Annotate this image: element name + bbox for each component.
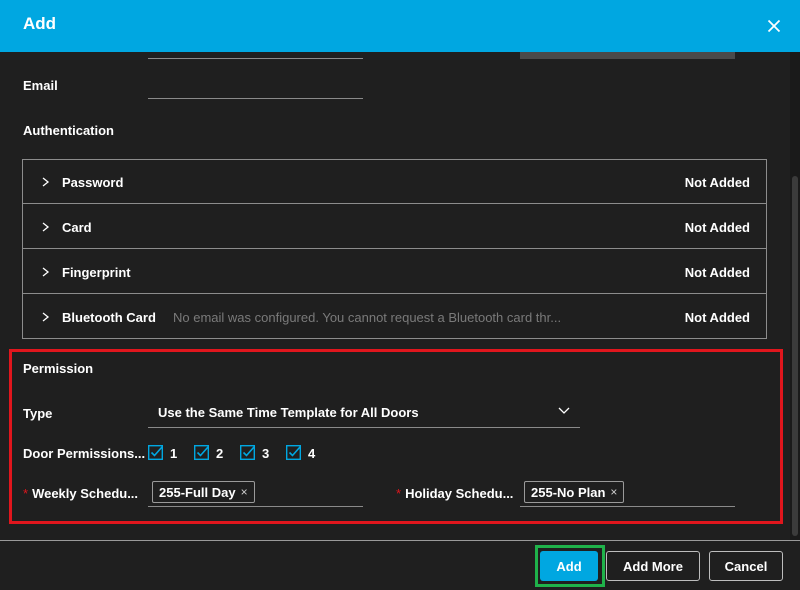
door-permissions-label: Door Permissions... xyxy=(23,446,146,461)
auth-row-name: Password xyxy=(62,175,124,190)
type-select-value: Use the Same Time Template for All Doors xyxy=(158,405,419,420)
previous-field-underline[interactable] xyxy=(148,58,363,59)
tag-remove-icon[interactable]: × xyxy=(241,485,248,499)
door-checkbox-label: 4 xyxy=(308,446,316,461)
cancel-button[interactable]: Cancel xyxy=(709,551,783,581)
dialog-title: Add xyxy=(23,14,57,33)
auth-row-name: Fingerprint xyxy=(62,265,131,280)
type-select[interactable]: Use the Same Time Template for All Doors xyxy=(148,396,580,428)
permission-title: Permission xyxy=(23,361,94,376)
tag-remove-icon[interactable]: × xyxy=(610,485,617,499)
weekly-schedule-label-text: Weekly Schedu... xyxy=(32,486,139,501)
auth-row-status: Not Added xyxy=(684,310,750,325)
auth-row-status: Not Added xyxy=(684,265,750,280)
type-label: Type xyxy=(23,406,53,421)
holiday-schedule-tag-text: 255-No Plan xyxy=(531,484,606,500)
chevron-right-icon xyxy=(42,177,50,187)
holiday-schedule-label: * Holiday Schedu... xyxy=(396,486,513,501)
auth-row-fingerprint[interactable]: Fingerprint Not Added xyxy=(23,250,766,294)
chevron-right-icon xyxy=(42,312,50,322)
auth-row-bluetooth-card[interactable]: Bluetooth Card No email was configured. … xyxy=(23,295,766,339)
weekly-schedule-tag-text: 255-Full Day xyxy=(159,484,236,500)
checkbox-checked-icon xyxy=(194,445,209,460)
holiday-schedule-field[interactable]: 255-No Plan × xyxy=(520,479,735,507)
add-button[interactable]: Add xyxy=(540,551,598,581)
checkbox-checked-icon xyxy=(148,445,163,460)
door-checkbox-label: 2 xyxy=(216,446,224,461)
holiday-schedule-tag: 255-No Plan × xyxy=(524,481,625,503)
email-label: Email xyxy=(23,78,58,93)
chevron-right-icon xyxy=(42,222,50,232)
authentication-list: Password Not Added Card Not Added Finger… xyxy=(22,159,767,339)
dialog-titlebar: Add xyxy=(0,0,800,52)
dialog-content: Email Authentication Password Not Added … xyxy=(0,52,788,540)
door-checkbox-label: 1 xyxy=(170,446,178,461)
weekly-schedule-label: * Weekly Schedu... xyxy=(23,486,138,501)
previous-field-block[interactable] xyxy=(520,52,735,59)
weekly-schedule-field[interactable]: 255-Full Day × xyxy=(148,479,363,507)
required-mark: * xyxy=(396,486,402,501)
email-field[interactable] xyxy=(148,98,363,99)
chevron-right-icon xyxy=(42,267,50,277)
auth-row-card[interactable]: Card Not Added xyxy=(23,205,766,249)
chevron-down-icon xyxy=(558,407,570,414)
checkbox-checked-icon xyxy=(240,445,255,460)
auth-row-name: Bluetooth Card xyxy=(62,310,156,325)
auth-row-status: Not Added xyxy=(684,220,750,235)
auth-row-status: Not Added xyxy=(684,175,750,190)
required-mark: * xyxy=(23,486,29,501)
weekly-schedule-tag: 255-Full Day × xyxy=(152,481,255,503)
auth-row-note: No email was configured. You cannot requ… xyxy=(173,310,562,325)
add-more-button[interactable]: Add More xyxy=(606,551,700,581)
auth-row-name: Card xyxy=(62,220,92,235)
auth-row-password[interactable]: Password Not Added xyxy=(23,160,766,204)
authentication-title: Authentication xyxy=(23,123,114,138)
close-icon[interactable] xyxy=(762,14,786,38)
door-checkbox-label: 3 xyxy=(262,446,270,461)
checkbox-checked-icon xyxy=(286,445,301,460)
scrollbar-thumb[interactable] xyxy=(792,176,798,536)
dialog-footer: Add Add More Cancel xyxy=(0,540,800,590)
holiday-schedule-label-text: Holiday Schedu... xyxy=(405,486,514,501)
